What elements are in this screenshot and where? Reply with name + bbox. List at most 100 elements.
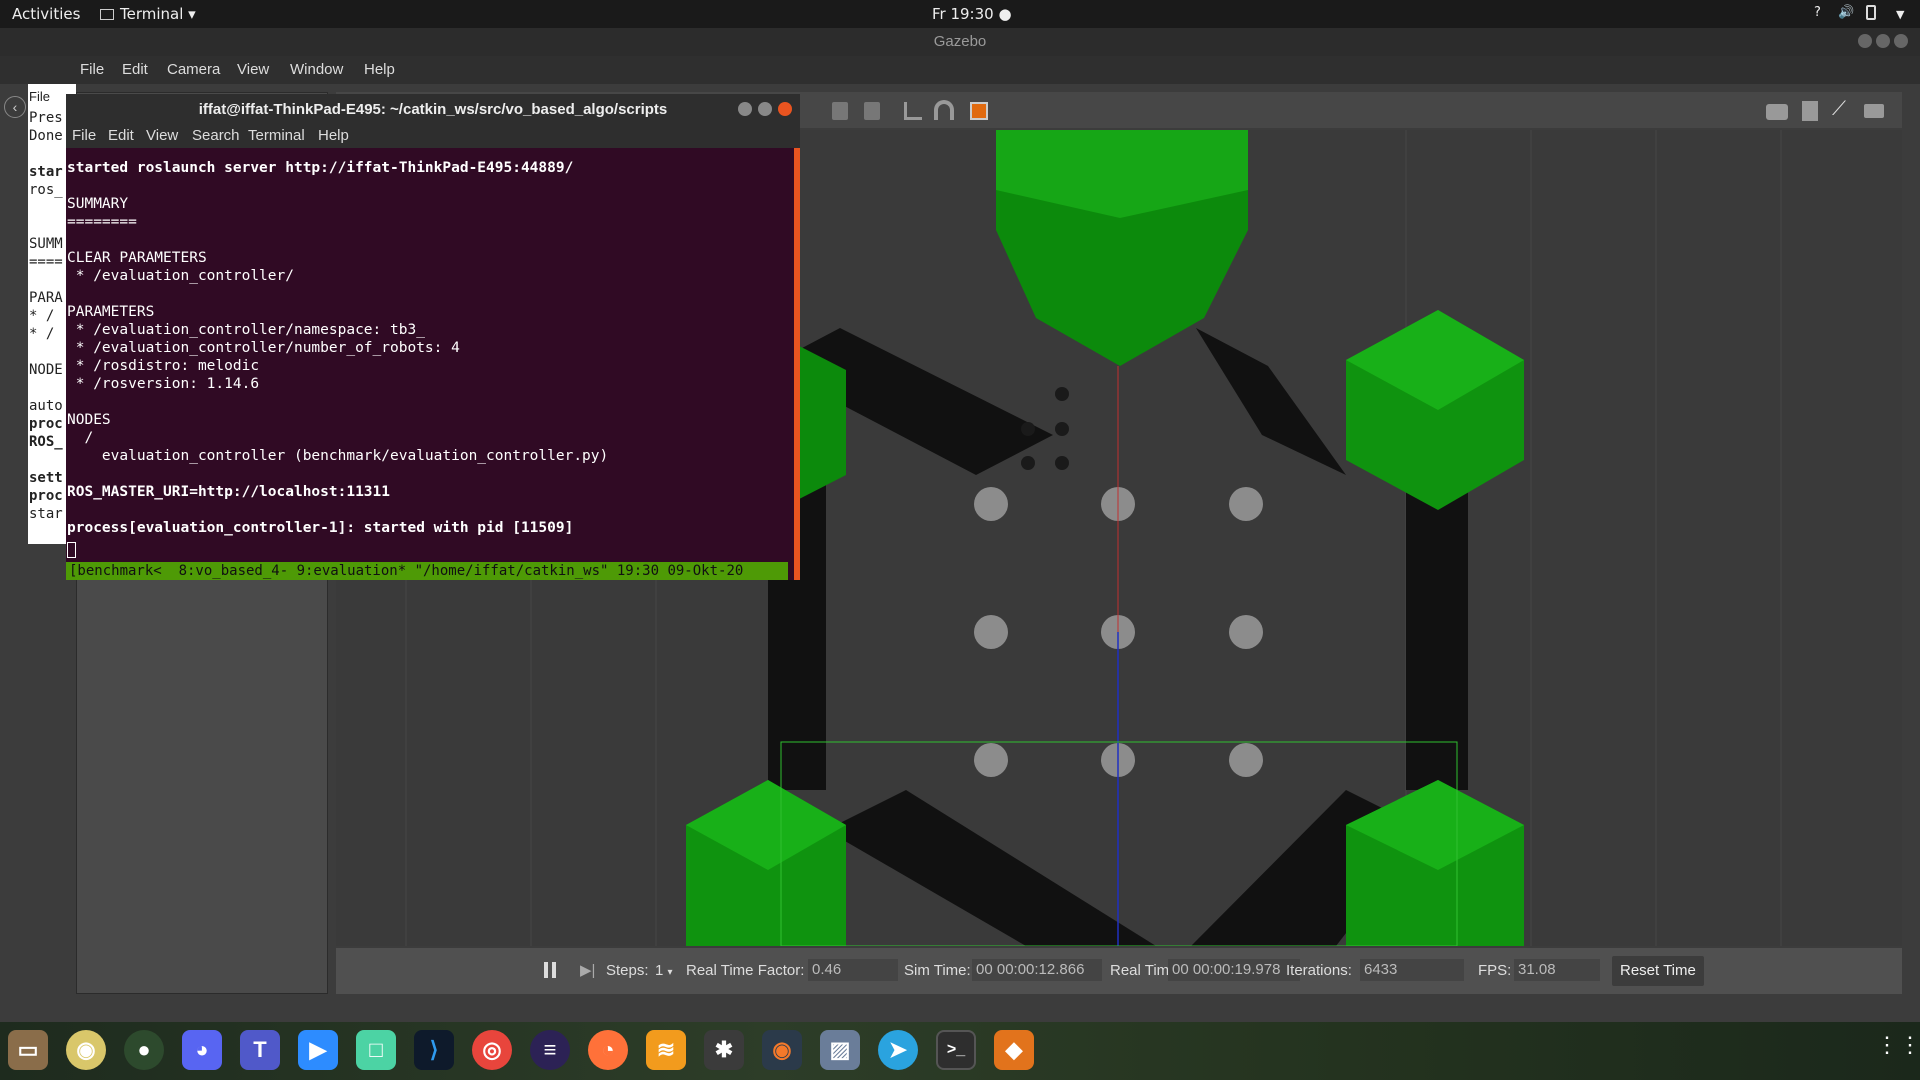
terminal-line: / (67, 430, 94, 446)
magnet-icon[interactable] (934, 100, 954, 120)
gazebo-title-bar: Gazebo (0, 28, 1920, 56)
pause-icon[interactable] (544, 962, 556, 978)
paste-icon[interactable] (864, 102, 880, 120)
video-record-icon[interactable] (1864, 104, 1884, 118)
system-menu-chevron-icon[interactable]: ▼ (1896, 8, 1904, 21)
terminal-line: * /evaluation_controller/ (67, 268, 294, 284)
back-terminal-line: auto (29, 398, 63, 414)
gazebo-time-panel: ▶| Steps: 1 ▾ Real Time Factor: 0.46 Sim… (336, 948, 1902, 994)
rhythmbox-icon[interactable]: ◉ (66, 1030, 106, 1070)
vscode-icon[interactable]: ⟩ (414, 1030, 454, 1070)
terminal-output[interactable]: started roslaunch server http://iffat-Th… (66, 148, 796, 580)
back-terminal-line: PARA (29, 290, 63, 306)
terminal-line: SUMMARY (67, 196, 129, 212)
rviz-icon[interactable]: ✱ (704, 1030, 744, 1070)
help-icon[interactable]: ? (1814, 5, 1821, 20)
terminal-line: * /evaluation_controller/number_of_robot… (67, 340, 460, 356)
menu-edit[interactable]: Edit (122, 61, 148, 78)
terminal-cursor (67, 542, 76, 558)
steps-spinner[interactable]: 1 ▾ (655, 962, 673, 979)
terminal-close-icon[interactable] (778, 102, 792, 116)
battery-icon[interactable] (1866, 5, 1876, 24)
discord-icon[interactable]: ◕ (182, 1030, 222, 1070)
blender-icon[interactable]: ◉ (762, 1030, 802, 1070)
back-terminal-line: sett (29, 470, 63, 486)
menu-help[interactable]: Help (364, 61, 395, 78)
steps-value: 1 (655, 962, 664, 979)
books-icon[interactable]: ≋ (646, 1030, 686, 1070)
terminal-line: * /rosversion: 1.14.6 (67, 376, 260, 392)
minimize-icon[interactable] (1858, 34, 1872, 48)
reset-time-button[interactable]: Reset Time (1612, 956, 1704, 986)
notes-icon[interactable]: □ (356, 1030, 396, 1070)
change-view-icon[interactable] (970, 102, 988, 120)
plot-icon[interactable]: ⟋ (1832, 98, 1846, 121)
terminal-menu-file[interactable]: File (72, 127, 96, 144)
back-terminal-menu-file[interactable]: File (29, 89, 50, 104)
back-terminal-line: proc (29, 416, 63, 432)
fps-label: FPS: (1478, 962, 1512, 979)
terminal-scrollbar[interactable] (794, 148, 800, 580)
terminal-menu-view[interactable]: View (146, 127, 178, 144)
tmux-status-bar: [benchmark< 8:vo_based_4- 9:evaluation* … (66, 562, 788, 580)
terminal-menu-help[interactable]: Help (318, 127, 349, 144)
volume-icon[interactable]: 🔊 (1838, 5, 1854, 20)
terminal-line: ROS_MASTER_URI=http://localhost:11311 (67, 484, 391, 500)
back-terminal-line: * / (29, 308, 55, 324)
firefox-icon[interactable]: ◔ (588, 1030, 628, 1070)
terminal-line: * /evaluation_controller/namespace: tb3_ (67, 322, 425, 338)
terminal-app-menu[interactable]: Terminal ▾ (100, 5, 196, 23)
menu-file[interactable]: File (80, 61, 104, 78)
back-terminal-line: proc (29, 488, 63, 504)
real-time-field: 00 00:00:19.978 (1168, 959, 1300, 981)
telegram-icon[interactable]: ➤ (878, 1030, 918, 1070)
align-icon[interactable] (904, 102, 922, 120)
show-apps-icon[interactable]: ⋮⋮⋮ (1876, 1034, 1920, 1064)
terminal-window: iffat@iffat-ThinkPad-E495: ~/catkin_ws/s… (66, 94, 800, 580)
screenshot-icon[interactable] (1766, 104, 1788, 120)
step-icon[interactable]: ▶| (580, 961, 595, 979)
gazebo-menu-bar: File Edit Camera View Window Help (0, 56, 1920, 84)
terminal-icon[interactable]: >_ (936, 1030, 976, 1070)
sim-time-field: 00 00:00:12.866 (972, 959, 1102, 981)
back-terminal-line: ros_ (29, 182, 63, 198)
terminal-menu-edit[interactable]: Edit (108, 127, 134, 144)
menu-window[interactable]: Window (290, 61, 343, 78)
iterations-label: Iterations: (1286, 962, 1352, 979)
maximize-icon[interactable] (1876, 34, 1890, 48)
teams-icon[interactable]: T (240, 1030, 280, 1070)
app-menu-label: Terminal (120, 5, 184, 23)
update-icon[interactable]: ◆ (994, 1030, 1034, 1070)
robots (1021, 387, 1069, 470)
chrome-icon[interactable]: ◎ (472, 1030, 512, 1070)
zoom-icon[interactable]: ▶ (298, 1030, 338, 1070)
terminal-line: evaluation_controller (benchmark/evaluat… (67, 448, 609, 464)
log-icon[interactable] (1802, 101, 1818, 121)
menu-camera[interactable]: Camera (167, 61, 220, 78)
gimp-icon[interactable]: ● (124, 1030, 164, 1070)
activities-button[interactable]: Activities (12, 5, 80, 23)
dock: ▭ ◉ ● ◕ T ▶ □ ⟩ ◎ ≡ ◔ ≋ ✱ ◉ ▨ ➤ >_ ◆ ⋮⋮⋮ (0, 1022, 1920, 1080)
back-terminal-line: star (29, 164, 63, 180)
terminal-menu-terminal[interactable]: Terminal (248, 127, 305, 144)
terminal-line: PARAMETERS (67, 304, 155, 320)
close-icon[interactable] (1894, 34, 1908, 48)
back-terminal-line: Pres (29, 110, 63, 126)
iterations-field: 6433 (1360, 959, 1464, 981)
back-arrow-icon[interactable]: ‹ (4, 96, 26, 118)
terminal-minimize-icon[interactable] (738, 102, 752, 116)
back-terminal-line: NODE (29, 362, 63, 378)
terminal-line: process[evaluation_controller-1]: starte… (67, 520, 574, 536)
copy-icon[interactable] (832, 102, 848, 120)
rtf-field: 0.46 (808, 959, 898, 981)
image-viewer-icon[interactable]: ▨ (820, 1030, 860, 1070)
back-terminal-line: * / (29, 326, 55, 342)
gazebo-window-controls (1858, 34, 1918, 50)
clock[interactable]: Fr 19:30 ● (932, 5, 1012, 23)
terminal-menu-search[interactable]: Search (192, 127, 240, 144)
eclipse-icon[interactable]: ≡ (530, 1030, 570, 1070)
menu-view[interactable]: View (237, 61, 269, 78)
files-icon[interactable]: ▭ (8, 1030, 48, 1070)
terminal-maximize-icon[interactable] (758, 102, 772, 116)
fps-field: 31.08 (1514, 959, 1600, 981)
